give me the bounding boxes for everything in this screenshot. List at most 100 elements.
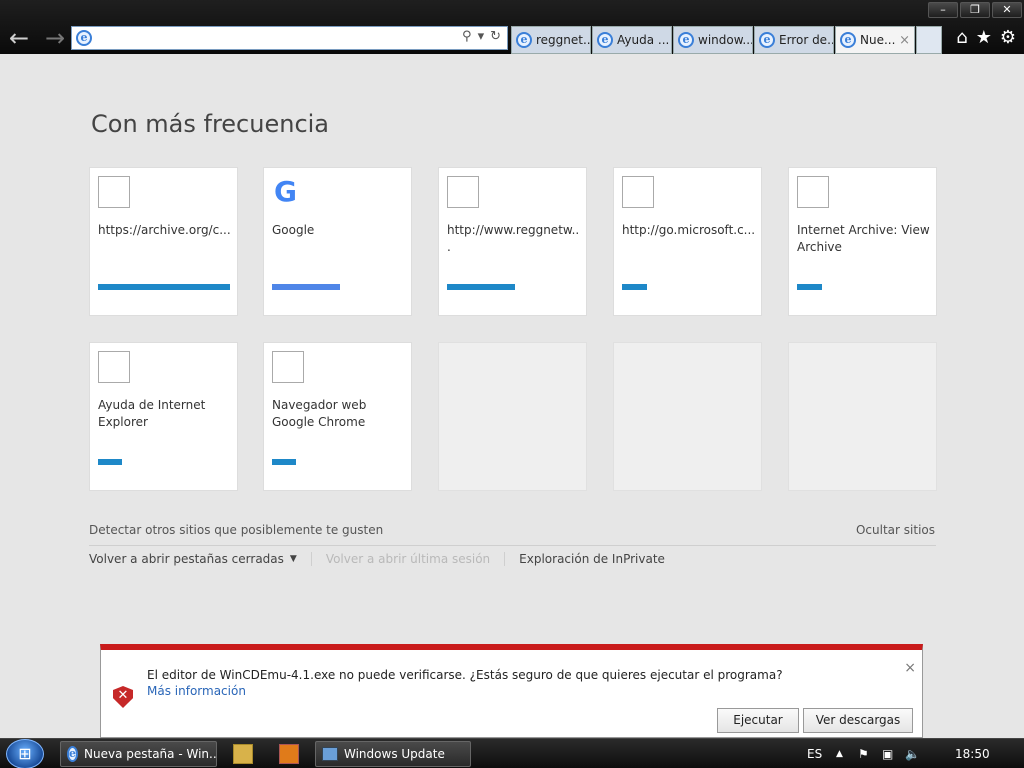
reopen-tabs-link[interactable]: Volver a abrir pestañas cerradas [89, 552, 284, 566]
frequency-bar [797, 284, 822, 290]
tab-reggnet[interactable]: e reggnet... [511, 26, 591, 54]
page-links: Volver a abrir pestañas cerradas ▼ Volve… [89, 552, 665, 566]
site-tile[interactable]: http://www.reggnetw... [438, 167, 587, 316]
inprivate-link[interactable]: Exploración de InPrivate [519, 552, 665, 566]
window-controls: – ❐ ✕ [928, 2, 1022, 18]
toolbar-right: ⌂ ★ ⚙ [956, 26, 1016, 50]
start-button[interactable]: ⊞ [6, 739, 44, 768]
show-hidden-icons-icon[interactable]: ▲ [836, 739, 843, 768]
frequency-bar [272, 284, 340, 290]
site-title: https://archive.org/c... [98, 223, 231, 237]
ie-icon: e [840, 32, 856, 48]
frequency-bar [447, 284, 515, 290]
tab-strip: e reggnet... e Ayuda ... e window... e E… [511, 26, 942, 54]
back-arrow-icon: ← [8, 24, 30, 52]
more-info-link[interactable]: Más información [147, 684, 246, 698]
minimize-button[interactable]: – [928, 2, 958, 18]
ie-icon: e [76, 30, 92, 46]
divider [504, 552, 506, 566]
site-title: http://go.microsoft.c... [622, 223, 756, 237]
empty-tile [788, 342, 937, 491]
taskbar-item-label: Windows Update [344, 747, 445, 761]
site-tile[interactable]: http://go.microsoft.c... [613, 167, 762, 316]
refresh-icon[interactable]: ↻ [490, 29, 501, 44]
tab-ayuda[interactable]: e Ayuda ... [592, 26, 672, 54]
notification-message: El editor de WinCDEmu-4.1.exe no puede v… [147, 668, 783, 682]
site-icon [98, 351, 130, 383]
address-bar[interactable]: e ⚲ ▾ ↻ [71, 26, 508, 50]
taskbar-item-label: Nueva pestaña - Win... [84, 747, 217, 761]
home-icon[interactable]: ⌂ [956, 26, 967, 50]
browser-chrome: – ❐ ✕ ← → e ⚲ ▾ ↻ e reggnet... e Ayuda .… [0, 0, 1024, 54]
empty-tile [613, 342, 762, 491]
flag-icon[interactable]: ⚑ [858, 739, 869, 768]
site-icon [98, 176, 130, 208]
google-icon: G [274, 175, 297, 208]
folder-icon[interactable] [233, 744, 253, 764]
tab-label: reggnet... [536, 33, 590, 47]
media-player-icon[interactable] [279, 744, 299, 764]
tab-new[interactable]: e Nue... × [835, 26, 915, 54]
site-title: http://www.reggnetw... [447, 223, 580, 254]
gear-icon[interactable]: ⚙ [1000, 26, 1016, 50]
site-title: Ayuda de Internet Explorer [98, 398, 206, 429]
empty-tile [438, 342, 587, 491]
windows-logo-icon: ⊞ [18, 744, 32, 763]
reopen-session-link: Volver a abrir última sesión [325, 552, 491, 566]
close-window-button[interactable]: ✕ [992, 2, 1022, 18]
view-downloads-button[interactable]: Ver descargas [803, 708, 913, 733]
detect-sites-link[interactable]: Detectar otros sitios que posiblemente t… [89, 523, 383, 537]
address-input[interactable] [96, 29, 446, 47]
tab-error[interactable]: e Error de... [754, 26, 834, 54]
ie-icon: e [516, 32, 532, 48]
favorites-star-icon[interactable]: ★ [976, 26, 992, 50]
site-tile[interactable]: Navegador web Google Chrome [263, 342, 412, 491]
taskbar: ⊞ e Nueva pestaña - Win... Windows Updat… [0, 738, 1024, 768]
site-tile[interactable]: https://archive.org/c... [89, 167, 238, 316]
tab-label: Nue... [860, 33, 896, 47]
ie-icon: e [67, 746, 78, 762]
tab-label: Ayuda ... [617, 33, 670, 47]
tab-label: Error de... [779, 33, 833, 47]
close-icon[interactable]: × [904, 660, 916, 676]
tab-label: window... [698, 33, 752, 47]
site-title: Google [272, 223, 315, 237]
taskbar-item-windows-update[interactable]: Windows Update [315, 741, 471, 767]
site-tile[interactable]: Internet Archive: View Archive [788, 167, 937, 316]
taskbar-item-ie[interactable]: e Nueva pestaña - Win... [60, 741, 217, 767]
address-tools: ⚲ ▾ ↻ [462, 29, 501, 44]
back-button[interactable]: ← [4, 24, 34, 54]
frequency-bar [98, 459, 122, 465]
frequency-bar [622, 284, 647, 290]
ie-icon: e [759, 32, 775, 48]
ie-icon: e [597, 32, 613, 48]
language-indicator[interactable]: ES [807, 739, 822, 768]
site-title: Internet Archive: View Archive [797, 223, 930, 254]
site-icon [447, 176, 479, 208]
tab-windows[interactable]: e window... [673, 26, 753, 54]
tab-close-icon[interactable]: × [899, 33, 914, 48]
site-icon [797, 176, 829, 208]
site-icon [622, 176, 654, 208]
dropdown-arrow-icon[interactable]: ▾ [478, 29, 485, 44]
forward-arrow-icon: → [44, 24, 66, 52]
search-icon[interactable]: ⚲ [462, 29, 472, 44]
frequency-bar [272, 459, 296, 465]
divider [310, 552, 312, 566]
download-notification-bar: ✕ El editor de WinCDEmu-4.1.exe no puede… [100, 644, 923, 738]
site-tile[interactable]: Ayuda de Internet Explorer [89, 342, 238, 491]
forward-button[interactable]: → [40, 24, 70, 54]
hide-sites-link[interactable]: Ocultar sitios [856, 523, 935, 537]
site-tile[interactable]: G Google [263, 167, 412, 316]
new-tab-button[interactable] [916, 26, 942, 54]
security-shield-icon: ✕ [113, 686, 133, 708]
page-title: Con más frecuencia [91, 110, 330, 138]
site-icon [272, 351, 304, 383]
network-icon[interactable]: ▣ [882, 739, 893, 768]
chevron-down-icon[interactable]: ▼ [290, 554, 297, 564]
volume-muted-icon[interactable]: 🔈 [905, 739, 920, 768]
restore-button[interactable]: ❐ [960, 2, 990, 18]
run-button[interactable]: Ejecutar [717, 708, 799, 733]
windows-update-icon [322, 747, 338, 761]
clock[interactable]: 18:50 [955, 739, 990, 768]
